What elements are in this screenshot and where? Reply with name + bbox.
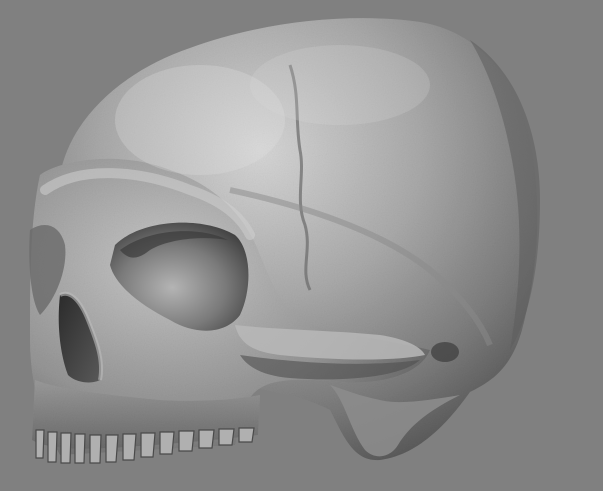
tooth [122, 433, 137, 461]
teeth-row [35, 427, 255, 464]
tooth [238, 427, 255, 443]
tooth [140, 432, 156, 458]
render-viewport [0, 0, 603, 491]
tooth [159, 431, 175, 455]
tooth [74, 433, 86, 464]
tooth [198, 429, 215, 449]
crown-highlight [250, 45, 430, 125]
skull-render [29, 18, 540, 464]
tooth [178, 430, 195, 452]
tooth [105, 434, 119, 463]
ear-canal [431, 342, 459, 362]
tooth [60, 432, 72, 464]
tooth [47, 431, 58, 463]
tooth [218, 428, 235, 446]
tooth [35, 429, 45, 459]
tooth [89, 434, 102, 464]
